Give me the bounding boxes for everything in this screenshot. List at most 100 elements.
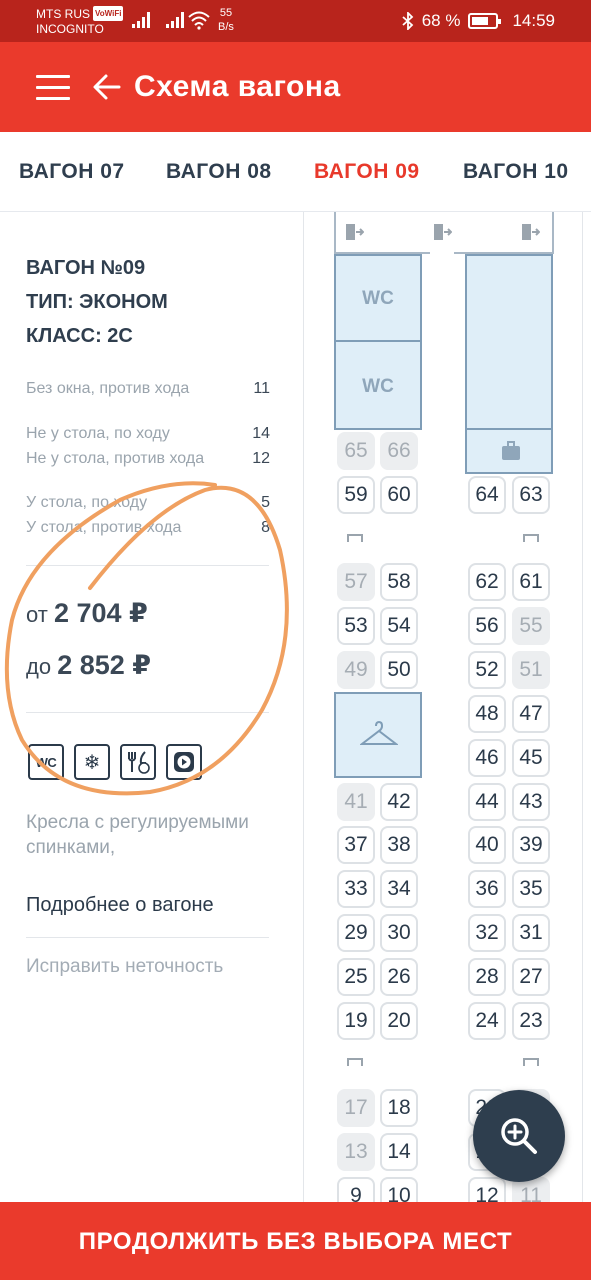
snowflake-icon[interactable]: ❄ <box>74 744 110 780</box>
tab-car-10[interactable]: ВАГОН 10 <box>463 160 569 184</box>
seat[interactable]: 31 <box>512 914 550 952</box>
more-about-car-link[interactable]: Подробнее о вагоне <box>26 894 214 917</box>
stat-count: 12 <box>252 450 270 467</box>
seat[interactable]: 37 <box>337 826 375 864</box>
price-to: до 2 852 ₽ <box>26 650 151 681</box>
stat-row: Не у стола, против хода 12 <box>26 449 270 469</box>
seat[interactable]: 36 <box>468 870 506 908</box>
arrow-left-icon[interactable] <box>92 70 122 104</box>
seat[interactable]: 19 <box>337 1002 375 1040</box>
tab-car-09[interactable]: ВАГОН 09 <box>314 160 420 184</box>
seat[interactable]: 60 <box>380 476 418 514</box>
seat[interactable]: 27 <box>512 958 550 996</box>
seat[interactable]: 53 <box>337 607 375 645</box>
stat-label: Не у стола, против хода <box>26 450 205 467</box>
seat[interactable]: 44 <box>468 783 506 821</box>
car-tabs: ВАГОН 07 ВАГОН 08 ВАГОН 09 ВАГОН 10 <box>0 132 591 212</box>
seat[interactable]: 61 <box>512 563 550 601</box>
multimedia-icon[interactable] <box>166 744 202 780</box>
car-type: ТИП: ЭКОНОМ <box>26 291 168 313</box>
status-bar: MTS RUS VoWiFi INCOGNITO 55 B/s 68 % 14:5… <box>0 0 591 42</box>
seat[interactable]: 29 <box>337 914 375 952</box>
wc-label: WC <box>362 288 394 309</box>
seat[interactable]: 12 <box>468 1177 506 1202</box>
seat[interactable]: 10 <box>380 1177 418 1202</box>
seat[interactable]: 52 <box>468 651 506 689</box>
seat[interactable]: 14 <box>380 1133 418 1171</box>
seat[interactable]: 58 <box>380 563 418 601</box>
stat-label: Не у стола, по ходу <box>26 425 170 442</box>
stat-label: Без окна, против хода <box>26 380 190 397</box>
carrier-name: MTS RUS <box>36 7 90 21</box>
status-right: 68 % 14:59 <box>402 11 555 31</box>
seat[interactable]: 32 <box>468 914 506 952</box>
seat[interactable]: 38 <box>380 826 418 864</box>
seat[interactable]: 42 <box>380 783 418 821</box>
restaurant-icon[interactable] <box>120 744 156 780</box>
exit-door-icon <box>346 224 364 240</box>
seat[interactable]: 62 <box>468 563 506 601</box>
seat[interactable]: 48 <box>468 695 506 733</box>
stat-count: 5 <box>261 494 270 511</box>
speed-value: 55 <box>219 7 233 19</box>
stat-label: У стола, по ходу <box>26 494 148 511</box>
wc-icon[interactable]: WC <box>28 744 64 780</box>
car-class: КЛАСС: 2С <box>26 325 133 347</box>
car-number: ВАГОН №09 <box>26 257 146 279</box>
seat[interactable]: 39 <box>512 826 550 864</box>
divider <box>26 565 269 566</box>
seat[interactable]: 26 <box>380 958 418 996</box>
seat[interactable]: 43 <box>512 783 550 821</box>
seat[interactable]: 25 <box>337 958 375 996</box>
hamburger-icon[interactable] <box>36 75 70 101</box>
seat[interactable]: 20 <box>380 1002 418 1040</box>
seat[interactable]: 40 <box>468 826 506 864</box>
signal-icon <box>132 12 150 28</box>
stat-count: 8 <box>261 519 270 536</box>
seat-map: WC WC 65 66 59 60 64 63 57 58 62 61 53 5… <box>303 212 583 1202</box>
car-info-panel: ВАГОН №09 ТИП: ЭКОНОМ КЛАСС: 2С Без окна… <box>0 212 302 1202</box>
seat[interactable]: 46 <box>468 739 506 777</box>
seat[interactable]: 56 <box>468 607 506 645</box>
seat[interactable]: 24 <box>468 1002 506 1040</box>
continue-without-seats-button[interactable]: ПРОДОЛЖИТЬ БЕЗ ВЫБОРА МЕСТ <box>0 1202 591 1280</box>
wc-block: WC <box>334 254 422 342</box>
speed-unit: B/s <box>218 21 234 33</box>
seat[interactable]: 23 <box>512 1002 550 1040</box>
wifi-icon <box>188 11 210 30</box>
volte-badge: VoWiFi <box>93 6 124 21</box>
seat[interactable]: 50 <box>380 651 418 689</box>
stat-label: У стола, против хода <box>26 519 182 536</box>
seat[interactable]: 45 <box>512 739 550 777</box>
seat[interactable]: 59 <box>337 476 375 514</box>
price-to-prefix: до <box>26 654 52 679</box>
page-title: Схема вагона <box>134 70 341 103</box>
price-from: от 2 704 ₽ <box>26 598 148 629</box>
seat: 66 <box>380 432 418 470</box>
seat[interactable]: 28 <box>468 958 506 996</box>
seat: 57 <box>337 563 375 601</box>
seat[interactable]: 64 <box>468 476 506 514</box>
tab-car-08[interactable]: ВАГОН 08 <box>166 160 272 184</box>
zoom-in-button[interactable] <box>473 1090 565 1182</box>
price-to-value: 2 852 ₽ <box>57 650 152 680</box>
tab-car-07[interactable]: ВАГОН 07 <box>19 160 125 184</box>
hanger-icon <box>360 720 398 745</box>
luggage-block <box>465 428 553 474</box>
app-bar: Схема вагона <box>0 42 591 132</box>
seat[interactable]: 35 <box>512 870 550 908</box>
seat[interactable]: 47 <box>512 695 550 733</box>
seat[interactable]: 54 <box>380 607 418 645</box>
divider <box>26 937 269 938</box>
seat[interactable]: 18 <box>380 1089 418 1127</box>
description-fade <box>26 858 266 884</box>
seat[interactable]: 63 <box>512 476 550 514</box>
seat[interactable]: 30 <box>380 914 418 952</box>
seat[interactable]: 34 <box>380 870 418 908</box>
report-inaccuracy-link[interactable]: Исправить неточность <box>26 956 223 978</box>
seat[interactable]: 33 <box>337 870 375 908</box>
seat: 41 <box>337 783 375 821</box>
zoom-in-icon <box>501 1118 537 1154</box>
seat: 55 <box>512 607 550 645</box>
seat[interactable]: 9 <box>337 1177 375 1202</box>
